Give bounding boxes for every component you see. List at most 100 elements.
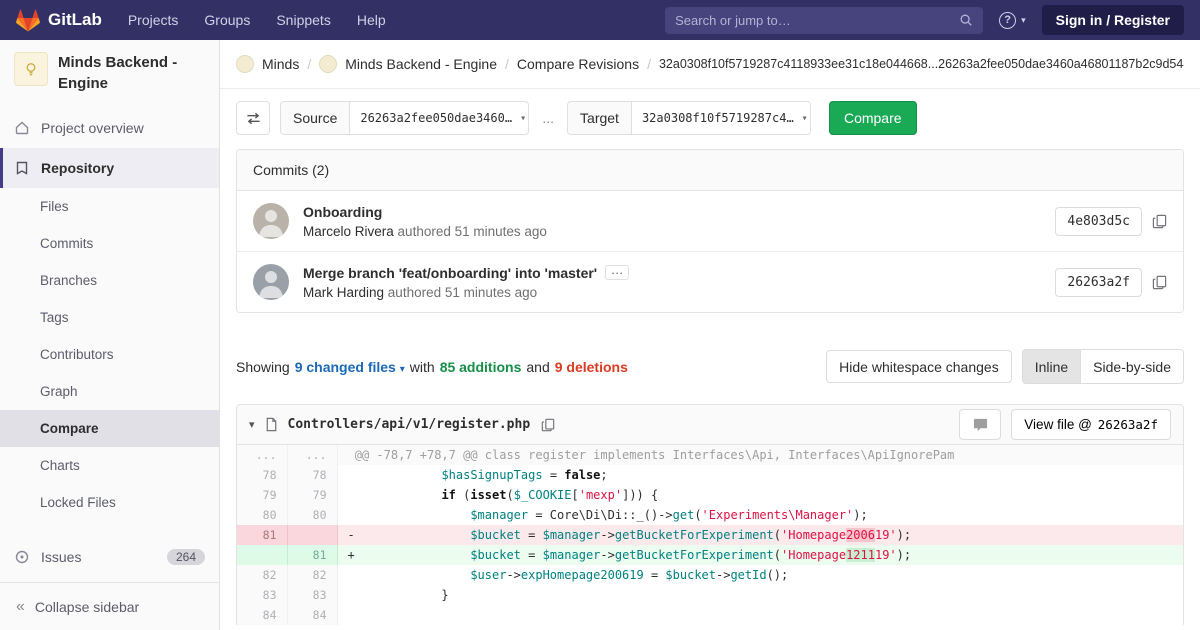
breadcrumb-project-link[interactable]: Minds Backend - Engine	[345, 56, 497, 72]
source-ref-dropdown[interactable]: 26263a2fee050dae3460… ▾	[350, 102, 528, 134]
main-content: Minds / Minds Backend - Engine / Compare…	[220, 40, 1200, 630]
diff-line: ...... @@ -78,7 +78,7 @@ class register …	[237, 445, 1183, 465]
nav-menu-help[interactable]: Help	[357, 12, 386, 28]
diff-line: 8484	[237, 605, 1183, 625]
target-ref-dropdown[interactable]: 32a0308f10f5719287c4… ▾	[632, 102, 810, 134]
collapse-diff-caret[interactable]: ▾	[249, 418, 255, 431]
diff-stats-text: Showing 9 changed files ▾ with 85 additi…	[236, 359, 628, 375]
lightbulb-icon	[22, 60, 40, 78]
diff-line-number[interactable]: 81	[237, 525, 287, 545]
copy-file-path-button[interactable]	[541, 418, 555, 432]
breadcrumb-group-link[interactable]: Minds	[262, 56, 299, 72]
commit-author-link[interactable]: Marcelo Rivera	[303, 224, 394, 239]
add-comment-button[interactable]	[959, 409, 1001, 440]
diff-stats-row: Showing 9 changed files ▾ with 85 additi…	[236, 349, 1184, 384]
swap-revisions-button[interactable]	[236, 101, 270, 135]
diff-line-number[interactable]: 79	[287, 485, 337, 505]
compare-button[interactable]: Compare	[829, 101, 917, 135]
commit-sha-link[interactable]: 26263a2f	[1055, 268, 1142, 297]
diff-line-number[interactable]	[287, 525, 337, 545]
search-input[interactable]	[675, 13, 959, 28]
diff-file-header: ▾ Controllers/api/v1/register.php View f…	[237, 405, 1183, 445]
collapse-icon: «	[16, 598, 25, 616]
commit-author-link[interactable]: Mark Harding	[303, 285, 384, 300]
diff-line-number[interactable]: 84	[287, 605, 337, 625]
gitlab-logo[interactable]: GitLab	[16, 9, 102, 32]
file-path-link[interactable]: Controllers/api/v1/register.php	[288, 417, 531, 432]
commit-title-link[interactable]: Merge branch 'feat/onboarding' into 'mas…	[303, 265, 597, 281]
breadcrumb-separator: /	[307, 56, 311, 72]
help-icon: ?	[999, 12, 1016, 29]
collapse-sidebar-button[interactable]: « Collapse sidebar	[0, 582, 219, 630]
commit-row: Onboarding Marcelo Rivera authored 51 mi…	[237, 191, 1183, 251]
diff-line-number[interactable]: 80	[237, 505, 287, 525]
sign-in-button[interactable]: Sign in / Register	[1042, 5, 1184, 35]
nav-menu-groups[interactable]: Groups	[204, 12, 250, 28]
search-box[interactable]	[665, 7, 983, 34]
nav-menu-projects[interactable]: Projects	[128, 12, 179, 28]
diff-line-number[interactable]: 82	[287, 565, 337, 585]
sidebar-item-repository[interactable]: Repository	[0, 148, 219, 188]
swap-icon	[246, 111, 261, 126]
diff-line-number[interactable]: 83	[287, 585, 337, 605]
diff-line-number[interactable]: 84	[237, 605, 287, 625]
sidebar-item-compare[interactable]: Compare	[0, 410, 219, 447]
inline-view-button[interactable]: Inline	[1023, 350, 1080, 383]
avatar[interactable]	[253, 203, 289, 239]
diff-line-code: $user->expHomepage200619 = $bucket->getI…	[337, 565, 1183, 585]
sidebar-item-charts[interactable]: Charts	[0, 447, 219, 484]
diff-line-code: + $bucket = $manager->getBucketForExperi…	[337, 545, 1183, 565]
diff-line-number[interactable]: 78	[287, 465, 337, 485]
collapse-label: Collapse sidebar	[35, 599, 139, 615]
breadcrumb-separator: /	[505, 56, 509, 72]
project-context[interactable]: Minds Backend - Engine	[0, 40, 219, 108]
diff-line-number[interactable]: 80	[287, 505, 337, 525]
side-by-side-view-button[interactable]: Side-by-side	[1080, 350, 1183, 383]
diff-line-number[interactable]: 79	[237, 485, 287, 505]
project-sidebar: Minds Backend - Engine Project overview …	[0, 40, 220, 630]
diff-sign	[348, 508, 355, 522]
sidebar-nav: Project overview Repository FilesCommits…	[0, 108, 219, 582]
view-file-button[interactable]: View file @ 26263a2f	[1011, 409, 1171, 440]
diff-line-number[interactable]: 78	[237, 465, 287, 485]
copy-sha-button[interactable]	[1152, 275, 1167, 290]
copy-sha-button[interactable]	[1152, 214, 1167, 229]
hide-whitespace-button[interactable]: Hide whitespace changes	[826, 350, 1012, 383]
sidebar-item-project-overview[interactable]: Project overview	[0, 108, 219, 148]
sidebar-item-label: Issues	[41, 549, 81, 565]
diff-line-code: $hasSignupTags = false;	[337, 465, 1183, 485]
diff-line-number[interactable]: ...	[237, 445, 287, 465]
sidebar-item-branches[interactable]: Branches	[0, 262, 219, 299]
commit-title-row: Onboarding	[303, 204, 1055, 220]
diff-line-number[interactable]	[237, 545, 287, 565]
diff-line-number[interactable]: 81	[287, 545, 337, 565]
sidebar-item-commits[interactable]: Commits	[0, 225, 219, 262]
sidebar-item-locked-files[interactable]: Locked Files	[0, 484, 219, 521]
diff-table: ...... @@ -78,7 +78,7 @@ class register …	[237, 445, 1183, 625]
sidebar-item-contributors[interactable]: Contributors	[0, 336, 219, 373]
commit-sha-group: 26263a2f	[1055, 268, 1167, 297]
commit-sha-link[interactable]: 4e803d5c	[1055, 207, 1142, 236]
help-menu[interactable]: ? ▾	[999, 12, 1026, 29]
nav-menu-snippets[interactable]: Snippets	[276, 12, 330, 28]
with-label: with	[410, 359, 435, 375]
commit-title-link[interactable]: Onboarding	[303, 204, 382, 220]
commit-authored-time: authored 51 minutes ago	[388, 285, 537, 300]
tanuki-icon	[16, 9, 40, 32]
sidebar-item-graph[interactable]: Graph	[0, 373, 219, 410]
sidebar-item-issues[interactable]: Issues 264	[0, 537, 219, 577]
diff-mode-toggle: Inline Side-by-side	[1022, 349, 1184, 384]
deletions-count: 9 deletions	[555, 359, 628, 375]
changed-files-dropdown[interactable]: 9 changed files ▾	[295, 359, 405, 375]
sidebar-item-tags[interactable]: Tags	[0, 299, 219, 336]
file-icon	[264, 417, 279, 432]
compare-form: Source 26263a2fee050dae3460… ▾ ... Targe…	[236, 101, 1184, 135]
sidebar-item-label: Repository	[41, 160, 114, 176]
sidebar-item-files[interactable]: Files	[0, 188, 219, 225]
diff-line-number[interactable]: ...	[287, 445, 337, 465]
breadcrumb-section-link[interactable]: Compare Revisions	[517, 56, 639, 72]
commit-description-toggle[interactable]: …	[605, 265, 629, 280]
avatar[interactable]	[253, 264, 289, 300]
diff-line-number[interactable]: 83	[237, 585, 287, 605]
diff-line-number[interactable]: 82	[237, 565, 287, 585]
